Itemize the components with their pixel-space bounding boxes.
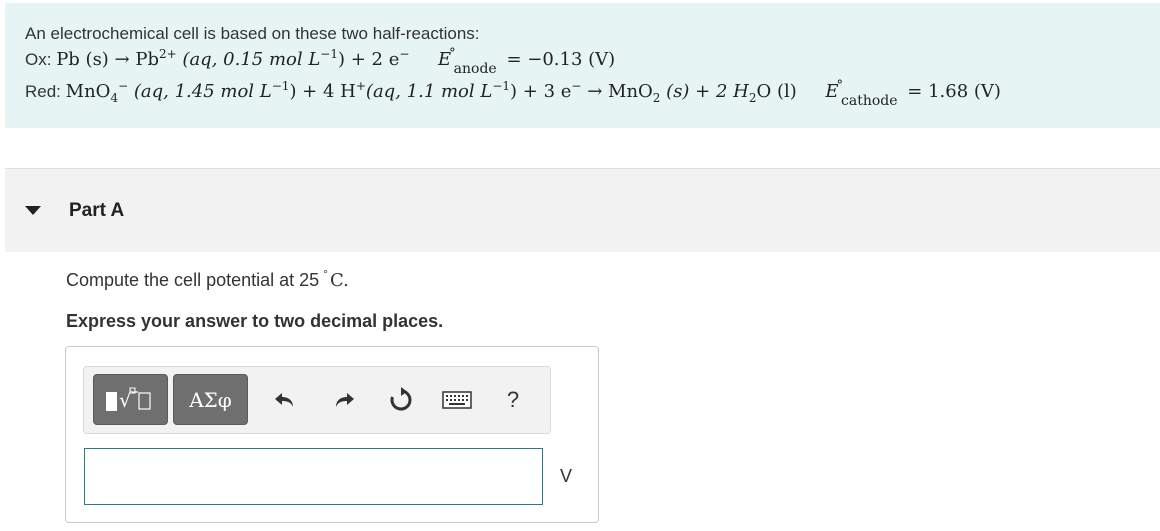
degree-symbol: ° (323, 267, 328, 281)
part-a-header[interactable]: Part A (5, 169, 1160, 252)
red-cond1-exp: −1 (271, 79, 290, 93)
red-hydrogen: ) + 4 H (289, 81, 356, 102)
problem-statement: An electrochemical cell is based on thes… (5, 3, 1160, 128)
red-cond2: (aq, 1.1 mol L (365, 81, 493, 102)
reset-button[interactable] (386, 385, 416, 415)
reduction-half-reaction: Red: MnO4− (aq, 1.45 mol L−1) + 4 H+(aq,… (25, 77, 1160, 109)
question-text: Compute the cell potential at 25 ° C. (66, 267, 349, 291)
red-cond2-exp: −1 (492, 79, 511, 93)
oxidation-half-reaction: Ox: Pb (s) → Pb2+ (aq, 0.15 mol L−1) + 2… (25, 45, 1160, 77)
red-electron-charge: − (571, 79, 582, 93)
undo-button[interactable] (270, 385, 300, 415)
red-water-sub: 2 (748, 90, 757, 105)
ox-e-subscript: anode (453, 61, 497, 77)
red-e-degree: ° (836, 78, 844, 93)
redo-icon (336, 393, 354, 407)
part-title: Part A (69, 199, 125, 221)
red-electrons: ) + 3 e (510, 81, 572, 102)
keyboard-button[interactable] (440, 385, 474, 415)
instruction-text: Express your answer to two decimal place… (66, 311, 444, 331)
red-e-subscript: cathode (841, 93, 898, 109)
ox-ion-charge: 2+ (158, 47, 177, 61)
collapse-caret-icon[interactable] (25, 206, 41, 215)
ox-electron-charge: − (399, 47, 410, 61)
ox-unit-exp: −1 (320, 47, 338, 61)
greek-icon: ΑΣφ (189, 387, 232, 412)
red-cond1: (aq, 1.45 mol L (133, 81, 272, 102)
math-toolbar: √ ΑΣφ ? (83, 366, 551, 434)
reset-icon (390, 387, 412, 411)
templates-icon: √ (105, 387, 151, 412)
templates-button[interactable]: √ (93, 374, 168, 425)
keyboard-icon (442, 391, 472, 409)
red-product-sub: 2 (652, 90, 661, 105)
undo-icon (275, 393, 293, 407)
red-product-rest: (s) + 2 H (666, 81, 749, 102)
red-species1-charge: − (118, 79, 129, 93)
ox-potential: = −0.13 (V) (506, 49, 616, 70)
answer-input[interactable] (84, 448, 543, 505)
red-potential: = 1.68 (V) (907, 81, 1001, 102)
help-button[interactable]: ? (498, 385, 528, 415)
red-label: Red: (25, 82, 61, 101)
ox-lhs: Pb (s) → Pb (56, 49, 159, 70)
question-text-before: Compute the cell potential at 25 (66, 270, 320, 290)
redo-button[interactable] (329, 385, 359, 415)
red-water: O (l) (756, 81, 797, 102)
help-icon: ? (506, 387, 520, 412)
ox-electrons: ) + 2 e (337, 49, 400, 70)
red-product: → MnO (587, 81, 653, 102)
ox-conditions: (aq, 0.15 mol L (182, 49, 321, 70)
red-species1-sub: 4 (110, 90, 119, 105)
answer-panel: √ ΑΣφ ? V (65, 346, 599, 523)
ox-e-degree: ° (449, 46, 456, 61)
greek-button[interactable]: ΑΣφ (173, 374, 248, 425)
ox-label: Ox: (25, 50, 52, 69)
red-species1: MnO (65, 81, 111, 102)
red-hydrogen-charge: + (355, 79, 366, 93)
question-text-after: C. (329, 270, 349, 291)
problem-intro: An electrochemical cell is based on thes… (25, 24, 480, 43)
answer-unit: V (560, 466, 573, 486)
